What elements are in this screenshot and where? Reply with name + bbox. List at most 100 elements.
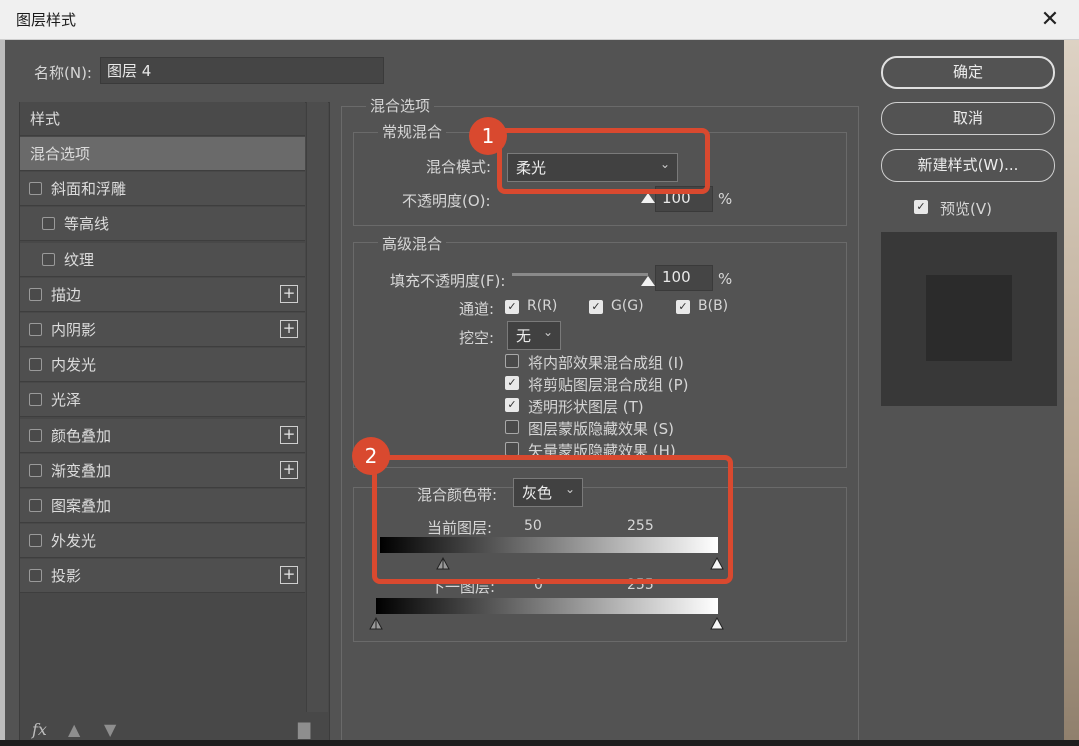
title-bar: 图层样式 ✕ — [0, 0, 1079, 40]
style-item[interactable]: 内发光 — [20, 348, 305, 383]
style-item-checkbox[interactable] — [29, 428, 42, 442]
add-effect-icon[interactable]: + — [280, 566, 298, 585]
annotation-highlight-1 — [497, 128, 710, 194]
channel-r-label: R(R) — [527, 298, 558, 314]
fill-opacity-slider-thumb[interactable] — [641, 276, 655, 286]
style-item[interactable]: 等高线 — [20, 207, 305, 242]
style-item-checkbox[interactable] — [42, 252, 55, 266]
style-item-label: 光泽 — [51, 391, 82, 410]
new-style-button[interactable]: 新建样式(W)... — [881, 149, 1055, 182]
style-item-label: 图案叠加 — [51, 497, 112, 515]
ok-button[interactable]: 确定 — [881, 56, 1055, 89]
channels-label: 通道: — [459, 300, 495, 318]
style-item-checkbox[interactable] — [29, 569, 42, 583]
advanced-blending-title: 高级混合 — [378, 233, 447, 254]
style-item[interactable]: 图案叠加 — [20, 489, 305, 523]
fx-icon[interactable]: fx — [32, 720, 47, 739]
option-checkbox[interactable]: ✓ — [505, 376, 519, 390]
knockout-select[interactable]: 无 ⌄ — [507, 321, 561, 350]
name-input[interactable]: 图层 4 — [100, 57, 384, 84]
style-item[interactable]: 斜面和浮雕 — [20, 172, 305, 207]
underlying-gradient-bar[interactable] — [376, 598, 718, 614]
style-item-checkbox[interactable] — [29, 393, 42, 407]
opacity-label: 不透明度(O): — [402, 192, 491, 210]
style-item-checkbox[interactable] — [29, 463, 42, 477]
style-item-checkbox[interactable] — [42, 217, 55, 231]
chevron-down-icon: ⌄ — [542, 325, 553, 339]
style-item-checkbox[interactable] — [29, 287, 42, 301]
fill-opacity-slider-track[interactable] — [512, 273, 648, 276]
add-effect-icon[interactable]: + — [280, 320, 298, 338]
style-item[interactable]: 外发光 — [20, 524, 305, 559]
opacity-unit: % — [718, 190, 733, 208]
option-checkbox[interactable] — [505, 442, 519, 456]
channel-r-checkbox[interactable]: ✓ — [505, 300, 519, 314]
add-effect-icon[interactable]: + — [280, 284, 298, 303]
bottom-edge — [0, 740, 1079, 746]
option-label: 将剪贴图层混合成组 (P) — [528, 376, 689, 394]
blend-mode-label: 混合模式: — [426, 158, 492, 176]
style-item-checkbox[interactable] — [29, 323, 42, 336]
style-item-checkbox[interactable] — [29, 534, 42, 548]
option-checkbox[interactable] — [505, 420, 519, 434]
annotation-badge-2: 2 — [352, 437, 390, 475]
preview-label: 预览(V) — [940, 200, 992, 218]
add-effect-icon[interactable]: + — [280, 425, 298, 444]
channel-b-label: B(B) — [698, 298, 729, 314]
trash-icon[interactable]: ▇ — [298, 720, 310, 739]
style-item-label: 内阴影 — [51, 321, 97, 339]
option-checkbox[interactable] — [505, 354, 519, 368]
style-item[interactable]: 光泽 — [20, 383, 305, 418]
channel-b-checkbox[interactable]: ✓ — [676, 300, 690, 314]
knockout-label: 挖空: — [459, 329, 495, 347]
underlying-black-thumb[interactable] — [369, 617, 383, 631]
cancel-button[interactable]: 取消 — [881, 102, 1055, 135]
general-blending-title: 常规混合 — [378, 121, 447, 142]
style-item[interactable]: 描边 + — [20, 277, 305, 312]
style-item-label: 渐变叠加 — [51, 461, 112, 480]
style-item-label: 纹理 — [64, 250, 95, 269]
style-item-label: 外发光 — [51, 532, 97, 551]
option-label: 将内部效果混合成组 (I) — [528, 354, 684, 372]
style-preview — [881, 232, 1057, 406]
opacity-slider-thumb[interactable] — [641, 193, 655, 203]
style-item[interactable]: 纹理 — [20, 242, 305, 277]
style-item-label: 投影 — [51, 567, 82, 586]
channel-g-label: G(G) — [611, 298, 644, 314]
style-item-checkbox[interactable] — [29, 499, 42, 512]
preview-checkbox[interactable]: ✓ — [914, 200, 928, 214]
add-effect-icon[interactable]: + — [280, 460, 298, 479]
style-item-label: 等高线 — [64, 215, 110, 234]
name-label: 名称(N): — [34, 64, 92, 82]
underlying-white-thumb[interactable] — [710, 617, 724, 631]
move-up-icon[interactable]: ▲ — [68, 720, 80, 739]
annotation-highlight-2 — [372, 455, 733, 584]
style-item-label: 内发光 — [51, 356, 97, 375]
style-item-label: 混合选项 — [30, 145, 91, 163]
style-item[interactable]: 投影 + — [20, 559, 305, 594]
blend-options-title: 混合选项 — [366, 95, 435, 116]
fill-opacity-input[interactable]: 100 — [655, 265, 713, 291]
annotation-badge-1: 1 — [469, 117, 507, 155]
option-label: 透明形状图层 (T) — [528, 398, 644, 416]
window-title: 图层样式 — [16, 11, 77, 29]
fill-opacity-unit: % — [718, 270, 733, 288]
fill-opacity-label: 填充不透明度(F): — [390, 272, 506, 290]
style-item[interactable]: 渐变叠加 + — [20, 453, 305, 488]
style-item-label: 描边 — [51, 285, 82, 304]
preview-swatch — [926, 275, 1012, 361]
style-item[interactable]: 混合选项 — [20, 137, 305, 171]
move-down-icon[interactable]: ▼ — [104, 720, 116, 739]
style-item-checkbox[interactable] — [29, 358, 42, 372]
style-item[interactable]: 颜色叠加 + — [20, 418, 305, 453]
style-item-checkbox[interactable] — [29, 182, 42, 196]
channel-g-checkbox[interactable]: ✓ — [589, 300, 603, 314]
close-button[interactable]: ✕ — [1036, 6, 1064, 34]
styles-scrollbar[interactable] — [306, 102, 328, 712]
option-checkbox[interactable]: ✓ — [505, 398, 519, 412]
style-item-label: 颜色叠加 — [51, 426, 112, 445]
option-label: 图层蒙版隐藏效果 (S) — [528, 420, 674, 438]
styles-header-label: 样式 — [30, 110, 61, 128]
close-icon: ✕ — [1040, 7, 1060, 32]
style-item[interactable]: 内阴影 + — [20, 313, 305, 347]
